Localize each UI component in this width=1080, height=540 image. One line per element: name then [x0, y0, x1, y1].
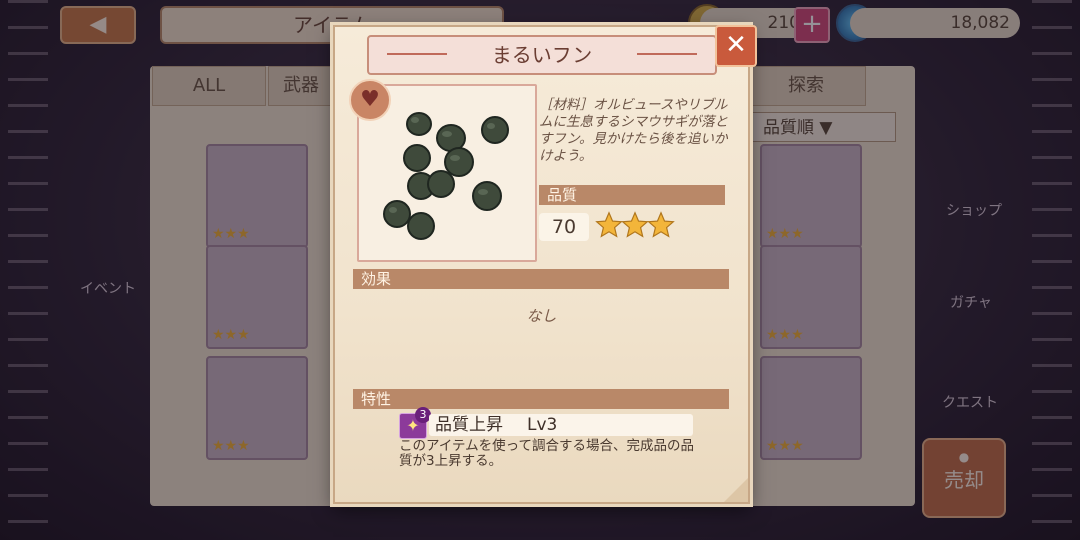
quality-header: 品質: [539, 185, 725, 205]
page-curl-corner: [724, 478, 748, 502]
close-icon: ✕: [725, 30, 747, 60]
trait-name: 品質上昇: [435, 415, 503, 435]
effect-header: 効果: [353, 269, 729, 289]
popup-title-bar: まるいフン: [367, 35, 717, 75]
close-button[interactable]: ✕: [715, 25, 757, 67]
item-name: まるいフン: [491, 43, 593, 67]
effect-value: なし: [526, 307, 557, 325]
item-description: ［材料］オルビュースやリブルムに生息するシマウサギが落とすフン。見かけたら後を追…: [539, 97, 728, 164]
item-detail-popup: まるいフン ✕ ♥ ［材料］オルビュースやリブルムに生息するシマウサギが落とすフ…: [333, 25, 757, 504]
heart-icon: ♥: [360, 87, 380, 112]
trait-row[interactable]: 品質上昇 Lv3: [429, 414, 693, 436]
trait-description: このアイテムを使って調合する場合、完成品の品質が3上昇する。: [399, 438, 694, 469]
quality-value: 70: [539, 213, 589, 241]
trait-header: 特性: [353, 389, 729, 409]
star-icon: [595, 211, 623, 238]
favorite-heart-button[interactable]: ♥: [349, 79, 391, 121]
trait-level: Lv3: [527, 415, 558, 435]
star-icon: [647, 211, 675, 238]
star-icon: [621, 211, 649, 238]
